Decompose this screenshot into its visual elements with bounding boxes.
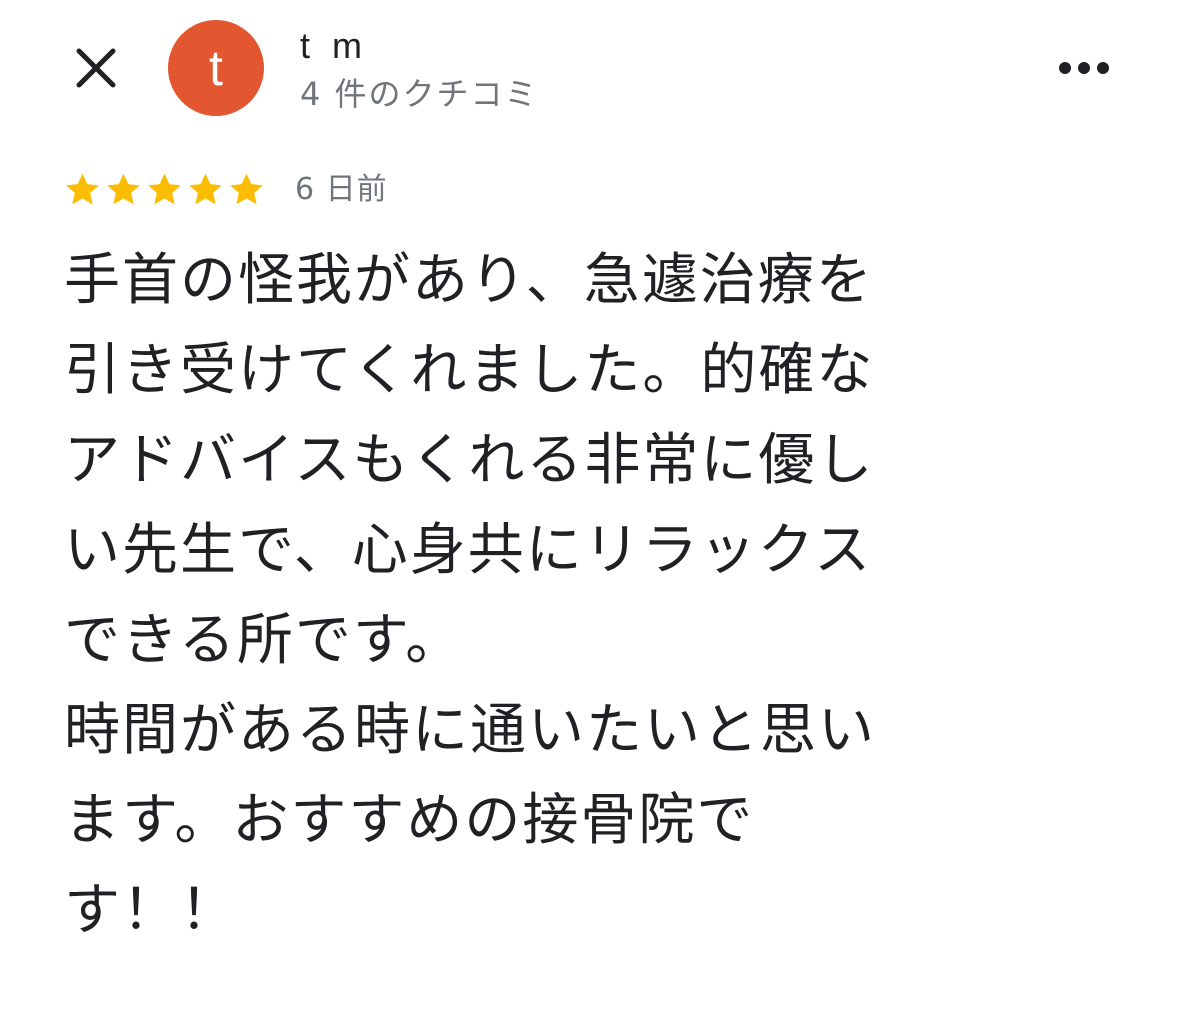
rating-row: 6 日前 — [62, 168, 388, 212]
review-text-line: 手首の怪我があり、急遽治療を — [64, 248, 874, 313]
more-options-button[interactable] — [1052, 48, 1116, 88]
review-text-line: す！！ — [64, 878, 238, 943]
star-rating — [62, 170, 267, 210]
review-text-line: アドバイスもくれる非常に優し — [64, 428, 875, 493]
review-date: 6 日前 — [295, 172, 388, 207]
review-text-line: ます。おすすめの接骨院で — [64, 788, 755, 853]
more-horizontal-icon — [1059, 62, 1109, 74]
review-text-line: 時間がある時に通いたいと思い — [64, 698, 876, 763]
review-text-line: できる所です。 — [64, 608, 464, 673]
star-icon — [226, 170, 267, 210]
close-icon — [76, 48, 116, 88]
review-count[interactable]: 4 件のクチコミ — [300, 72, 539, 116]
review-header: t t m 4 件のクチコミ — [0, 0, 1179, 150]
user-name[interactable]: t m — [300, 24, 368, 68]
star-icon — [62, 170, 103, 210]
star-icon — [185, 170, 226, 210]
review-text-line: い先生で、心身共にリラックス — [64, 518, 873, 583]
avatar[interactable]: t — [168, 20, 264, 116]
review-text: 手首の怪我があり、急遽治療を 引き受けてくれました。的確な アドバイスもくれる非常に… — [64, 236, 1074, 956]
star-icon — [144, 170, 185, 210]
review-text-line: 引き受けてくれました。的確な — [64, 338, 875, 403]
star-icon — [103, 170, 144, 210]
close-button[interactable] — [66, 38, 126, 98]
